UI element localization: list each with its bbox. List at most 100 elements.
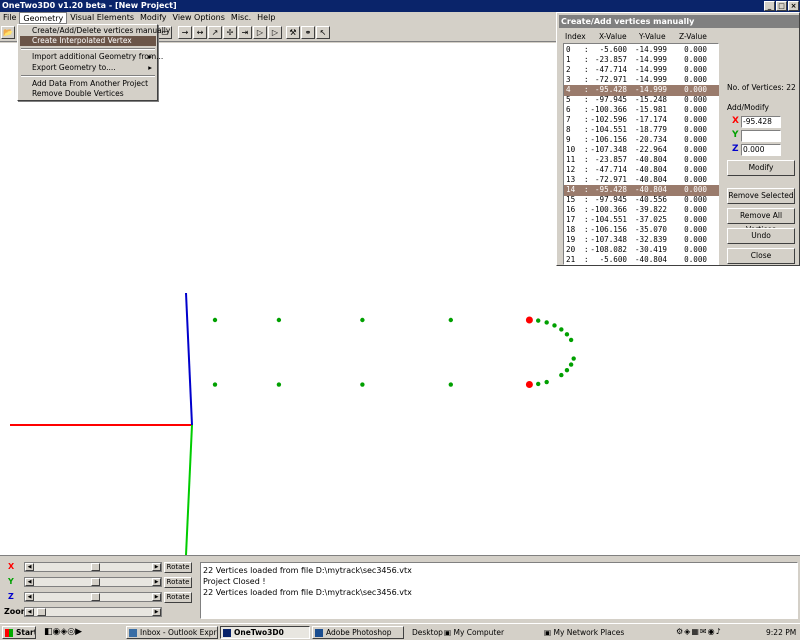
arrow-right-line-icon[interactable]: ⇥ [238,26,252,39]
rotate-z-button[interactable]: Rotate [164,592,192,603]
slider-right-arrow-icon[interactable]: ▶ [152,563,161,571]
vertex-point[interactable] [544,379,549,385]
vertex-point[interactable] [212,317,218,323]
onetwo3d0-icon [223,629,231,637]
menu-item-import-geometry[interactable]: Import additional Geometry from... ▸ [20,52,163,62]
vertex-point[interactable] [448,317,453,323]
vertex-cell: : [584,255,589,264]
close-dialog-button[interactable]: Close [727,248,795,264]
outlook-icon [129,629,137,637]
slider-thumb[interactable] [91,593,100,601]
start-button[interactable]: Start [2,626,36,639]
desktop-toolbar-label[interactable]: Desktop [412,628,443,637]
x-field[interactable]: -95.428 [741,116,781,128]
rotate-x-button[interactable]: Rotate [164,562,192,573]
menu-help[interactable]: Help [254,12,278,24]
photoshop-icon [315,629,323,637]
y-field[interactable] [741,130,781,142]
crosshair-icon[interactable]: ✢ [223,26,237,39]
slider-left-arrow-icon[interactable]: ◀ [25,608,34,616]
task-onetwo3d0[interactable]: OneTwo3D0 [220,626,310,639]
menu-item-export-geometry[interactable]: Export Geometry to.... ▸ [20,63,156,73]
menu-item-create-interpolated[interactable]: Create Interpolated Vertex [20,36,156,46]
maximize-button[interactable]: □ [776,1,787,11]
menu-visual-elements[interactable]: Visual Elements [67,12,137,24]
binoculars-icon[interactable]: ⚭ [301,26,315,39]
selected-vertex-point[interactable] [525,316,533,324]
menu-geometry[interactable]: Geometry [19,12,68,24]
undo-button[interactable]: Undo [727,228,795,244]
menu-file[interactable]: File [0,12,19,24]
vertex-point[interactable] [568,362,574,367]
minimize-button[interactable]: _ [764,1,775,11]
slider-right-arrow-icon[interactable]: ▶ [152,608,161,616]
x-field-label: X [732,116,739,126]
vertex-point[interactable] [276,317,282,323]
arrow-right-bar2-icon[interactable]: ▷ [268,26,282,39]
open-icon[interactable]: 📂 [1,26,15,39]
slider-thumb[interactable] [91,563,100,571]
cursor-icon[interactable]: ↖ [316,26,330,39]
vertex-point[interactable] [564,367,570,373]
task-outlook[interactable]: Inbox - Outlook Express [126,626,218,639]
arrow-right-bar-icon[interactable]: ▷ [253,26,267,39]
vertex-point[interactable] [536,318,541,323]
vertex-count: No. of Vertices: 22 [727,83,796,92]
my-computer-shortcut[interactable]: ▣ My Computer [444,628,504,637]
menu-misc[interactable]: Misc. [228,12,254,24]
vertex-point[interactable] [568,337,574,343]
vertex-point[interactable] [360,382,365,387]
menu-item-remove-double[interactable]: Remove Double Vertices [20,89,156,99]
x-slider[interactable]: ◀ ▶ [24,562,162,572]
vertex-point[interactable] [448,382,453,387]
vertex-row[interactable]: 21: -5.600 -40.804 0.000 [564,255,719,266]
slider-left-arrow-icon[interactable]: ◀ [25,563,34,571]
remove-all-button[interactable]: Remove All Vertices [727,208,795,234]
rotate-y-button[interactable]: Rotate [164,577,192,588]
slider-thumb[interactable] [37,608,46,616]
geometry-menu: Create/Add/Delete vertices manually Crea… [17,24,170,101]
close-button[interactable]: × [788,1,799,11]
network-places-shortcut[interactable]: ▣ My Network Places [544,628,624,637]
vertex-point[interactable] [559,327,564,332]
vertex-point[interactable] [552,323,557,328]
menu-modify[interactable]: Modify [137,12,170,24]
vertex-point[interactable] [544,320,549,325]
tools-icon[interactable]: ⚒ [286,26,300,39]
task-photoshop[interactable]: Adobe Photoshop [312,626,404,639]
windows-logo-icon [5,629,13,637]
arrow-diagonal-icon[interactable]: ↗ [208,26,222,39]
vertex-point[interactable] [360,317,365,323]
arrows-horizontal-icon[interactable]: ↔ [193,26,207,39]
vertex-list[interactable]: 0: -5.600 -14.999 0.000 1: -23.857 -14.999 0.00… [563,43,719,265]
slider-right-arrow-icon[interactable]: ▶ [152,593,161,601]
vertex-point[interactable] [536,381,541,387]
vertex-point[interactable] [212,382,218,387]
z-field[interactable]: 0.000 [741,144,781,156]
message-log[interactable]: 22 Vertices loaded from file D:\mytrack\… [200,562,798,619]
vertex-cell: 0.000 [684,255,707,264]
selected-vertex-point[interactable] [525,381,533,389]
vertex-point[interactable] [564,332,570,337]
dialog-title: Create/Add vertices manually [559,15,799,28]
arrow-right-icon[interactable]: → [178,26,192,39]
slider-left-arrow-icon[interactable]: ◀ [25,593,34,601]
menu-item-create-add-delete[interactable]: Create/Add/Delete vertices manually [20,26,170,36]
control-panel: X ◀ ▶ Rotate Y ◀ ▶ Rotate Z ◀ ▶ Rotate Z… [0,555,800,623]
quicklaunch-icons[interactable]: ◧◉◈◎▶ [44,627,82,637]
vertex-point[interactable] [276,382,282,387]
vertex-point[interactable] [571,356,576,361]
z-slider[interactable]: ◀ ▶ [24,592,162,602]
slider-thumb[interactable] [91,578,100,586]
tray-icons[interactable]: ⚙◈▦✉◉♪ [676,627,722,636]
vertex-point[interactable] [559,372,564,378]
menu-item-add-data[interactable]: Add Data From Another Project [20,79,156,89]
menu-view-options[interactable]: View Options [170,12,228,24]
slider-right-arrow-icon[interactable]: ▶ [152,578,161,586]
slider-left-arrow-icon[interactable]: ◀ [25,578,34,586]
zoom-slider[interactable]: ◀ ▶ [24,607,162,617]
y-slider[interactable]: ◀ ▶ [24,577,162,587]
column-header-x: X-Value [599,32,627,41]
modify-button[interactable]: Modify [727,160,795,176]
remove-selected-button[interactable]: Remove Selected [727,188,795,204]
